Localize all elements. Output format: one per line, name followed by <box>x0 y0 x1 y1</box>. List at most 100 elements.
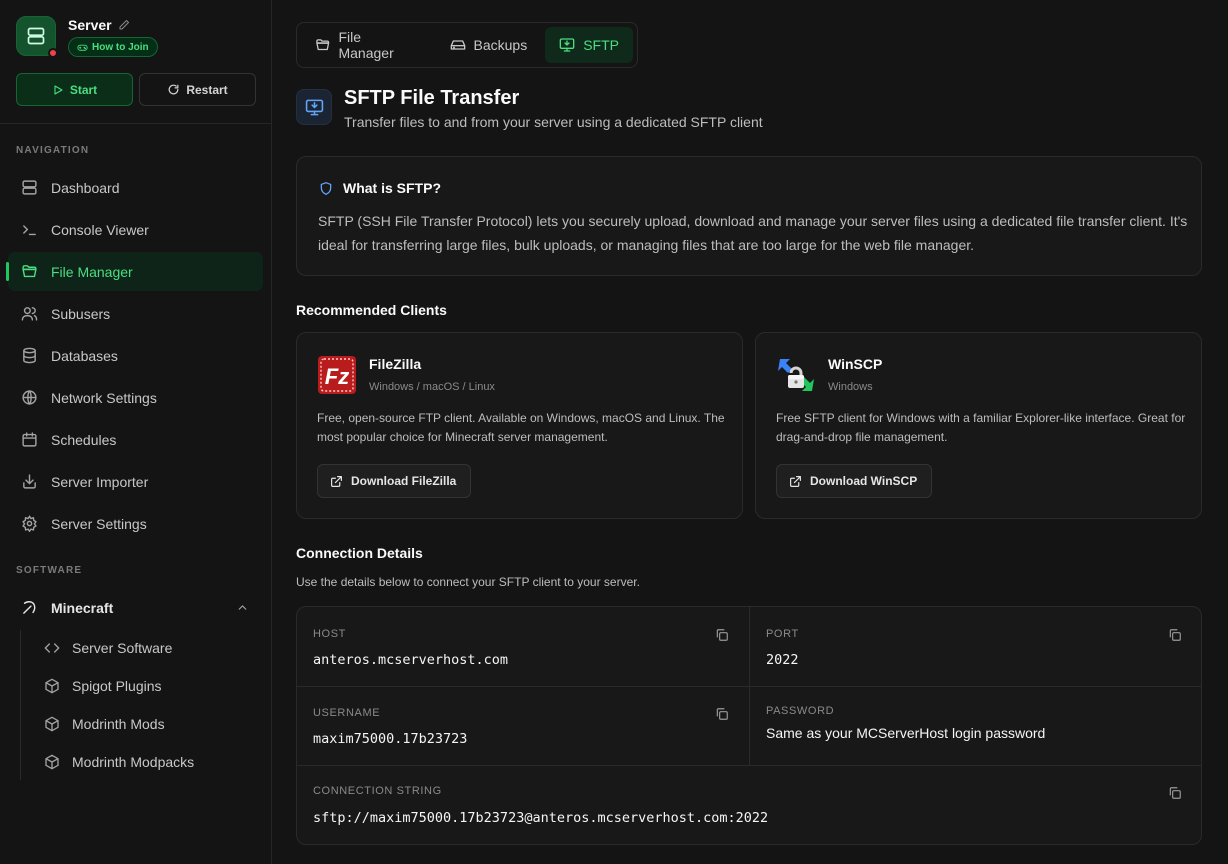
start-label: Start <box>69 82 98 97</box>
sidebar-item-server-settings[interactable]: Server Settings <box>8 504 263 543</box>
sidebar-item-label: Schedules <box>51 431 117 448</box>
monitor-download-icon <box>305 99 323 115</box>
server-icon <box>27 27 45 45</box>
port-label: PORT <box>766 628 799 640</box>
server-icon <box>22 180 37 195</box>
sidebar-item-label: Network Settings <box>51 389 157 406</box>
pencil-icon[interactable] <box>118 19 130 31</box>
port-value[interactable]: 2022 <box>766 652 799 668</box>
sidebar-item-label: Console Viewer <box>51 221 149 238</box>
sidebar-item-dashboard[interactable]: Dashboard <box>8 168 263 207</box>
username-label: USERNAME <box>313 707 381 719</box>
connection-details-subtitle: Use the details below to connect your SF… <box>296 575 640 589</box>
sidebar-item-server-importer[interactable]: Server Importer <box>8 462 263 501</box>
file-tabs: File Manager Backups SFTP <box>296 22 638 68</box>
tab-backups[interactable]: Backups <box>436 27 542 63</box>
copy-host-icon[interactable] <box>715 628 729 642</box>
cube-icon <box>45 754 59 770</box>
server-name-row: Server <box>68 17 158 33</box>
sidebar-item-label: Server Importer <box>51 473 149 490</box>
terminal-icon <box>23 225 36 236</box>
play-icon <box>54 84 63 95</box>
tab-file-manager[interactable]: File Manager <box>301 27 432 63</box>
tab-label: Backups <box>473 37 528 53</box>
external-link-icon <box>790 475 801 487</box>
sidebar: Server How to Join Start Restart NAVIGAT… <box>0 0 272 864</box>
download-label: Download WinSCP <box>810 474 918 488</box>
chevron-up-icon <box>238 605 247 610</box>
download-filezilla-button[interactable]: Download FileZilla <box>317 464 472 498</box>
code-icon <box>44 643 60 653</box>
start-button[interactable]: Start <box>16 73 133 106</box>
page-icon <box>296 89 332 125</box>
sidebar-item-label: Databases <box>51 347 118 364</box>
client-platforms: Windows <box>828 381 873 393</box>
cube-icon <box>45 678 59 694</box>
gamepad-icon <box>77 44 88 51</box>
connection-string-value[interactable]: sftp://maxim75000.17b23723@anteros.mcser… <box>313 810 768 826</box>
password-field: PASSWORD Same as your MCServerHost login… <box>750 687 1201 765</box>
sidebar-item-databases[interactable]: Databases <box>8 336 263 375</box>
copy-connection-string-icon[interactable] <box>1168 786 1182 800</box>
server-header: Server How to Join <box>16 16 158 58</box>
info-title-text: What is SFTP? <box>343 180 441 196</box>
globe-icon <box>22 390 37 405</box>
pickaxe-icon <box>23 601 36 614</box>
users-icon <box>21 307 38 321</box>
client-platforms: Windows / macOS / Linux <box>369 381 495 393</box>
sidebar-item-file-manager[interactable]: File Manager <box>6 252 263 291</box>
hard-drive-icon <box>450 40 465 50</box>
client-description: Free SFTP client for Windows with a fami… <box>776 411 1186 444</box>
calendar-icon <box>22 432 37 447</box>
folder-icon <box>22 265 37 278</box>
gear-icon <box>22 515 37 532</box>
sidebar-item-console-viewer[interactable]: Console Viewer <box>8 210 263 249</box>
how-to-join-button[interactable]: How to Join <box>68 37 158 57</box>
connection-string-field: CONNECTION STRING sftp://maxim75000.17b2… <box>297 766 1201 844</box>
host-value[interactable]: anteros.mcserverhost.com <box>313 652 508 668</box>
sidebar-item-modrinth-modpacks[interactable]: Modrinth Modpacks <box>44 747 194 777</box>
sidebar-item-server-software[interactable]: Server Software <box>44 633 172 663</box>
restart-label: Restart <box>186 82 228 97</box>
winscp-logo <box>778 359 814 391</box>
software-section-title: SOFTWARE <box>16 565 83 576</box>
client-name: WinSCP <box>828 356 883 372</box>
minecraft-group-toggle[interactable]: Minecraft <box>8 588 263 627</box>
database-icon <box>23 347 36 364</box>
sidebar-item-modrinth-mods[interactable]: Modrinth Mods <box>44 709 165 739</box>
download-label: Download FileZilla <box>351 474 457 488</box>
server-avatar <box>16 16 58 58</box>
shield-icon <box>320 181 332 195</box>
tab-label: File Manager <box>338 29 394 61</box>
cube-icon <box>45 716 59 732</box>
sftp-info-card: What is SFTP? SFTP (SSH File Transfer Pr… <box>296 156 1202 276</box>
sidebar-item-label: Server Software <box>72 640 173 656</box>
username-value[interactable]: maxim75000.17b23723 <box>313 731 467 747</box>
status-indicator <box>48 48 58 58</box>
tab-label: SFTP <box>583 37 619 53</box>
sidebar-item-subusers[interactable]: Subusers <box>8 294 263 333</box>
connection-string-label: CONNECTION STRING <box>313 785 442 797</box>
sidebar-item-network-settings[interactable]: Network Settings <box>8 378 263 417</box>
download-winscp-button[interactable]: Download WinSCP <box>776 464 933 498</box>
sidebar-item-schedules[interactable]: Schedules <box>8 420 263 459</box>
sidebar-item-label: Spigot Plugins <box>72 678 162 694</box>
monitor-download-icon <box>559 38 575 52</box>
sidebar-item-spigot-plugins[interactable]: Spigot Plugins <box>44 671 162 701</box>
username-field: USERNAME maxim75000.17b23723 <box>297 687 749 765</box>
connection-details-heading: Connection Details <box>296 545 423 561</box>
host-label: HOST <box>313 628 346 640</box>
restart-button[interactable]: Restart <box>139 73 256 106</box>
copy-port-icon[interactable] <box>1168 628 1182 642</box>
minecraft-group-label: Minecraft <box>51 599 114 616</box>
filezilla-logo: Fz <box>318 356 356 394</box>
copy-username-icon[interactable] <box>715 707 729 721</box>
sidebar-item-label: Modrinth Mods <box>72 716 165 732</box>
recommended-clients-heading: Recommended Clients <box>296 302 447 318</box>
page-subtitle: Transfer files to and from your server u… <box>344 114 763 130</box>
import-icon <box>23 474 36 489</box>
tab-sftp[interactable]: SFTP <box>545 27 633 63</box>
submenu-guide-line <box>20 630 21 780</box>
folder-icon <box>316 39 330 51</box>
nav-section-title: NAVIGATION <box>16 145 90 156</box>
